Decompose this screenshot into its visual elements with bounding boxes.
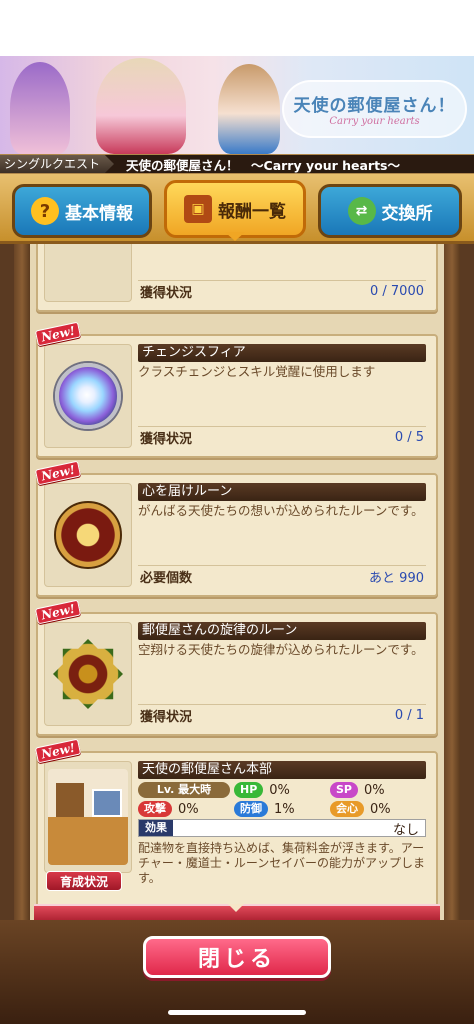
building-name: 天使の郵便屋さん本部 bbox=[138, 761, 426, 779]
defense-stat: 防御 1% bbox=[234, 800, 295, 818]
item-icon-box bbox=[44, 622, 132, 726]
defense-value: 1% bbox=[274, 801, 295, 817]
reward-list[interactable]: 獲得状況 0 / 7000 チェンジスフィア クラスチェンジとスキル覚醒に使用し… bbox=[30, 244, 444, 920]
tab-bar: ? 基本情報 ▣ 報酬一覧 ⇄ 交換所 bbox=[0, 174, 474, 244]
hp-stat: HP 0% bbox=[234, 781, 290, 799]
item-name: 心を届けルーン bbox=[138, 483, 426, 501]
melody-rune-icon bbox=[53, 639, 123, 709]
attack-label: 攻撃 bbox=[138, 801, 172, 817]
tab-label: 報酬一覧 bbox=[218, 201, 286, 222]
event-logo-title: 天使の郵便屋さん！ bbox=[293, 96, 456, 116]
critical-stat: 会心 0% bbox=[330, 800, 391, 818]
reward-card: 郵便屋さんの旋律のルーン 空翔ける天使たちの旋律が込められたルーンです。 獲得状… bbox=[36, 612, 438, 736]
critical-label: 会心 bbox=[330, 801, 364, 817]
reward-card: 獲得状況 0 / 7000 bbox=[36, 244, 438, 312]
tab-reward-list[interactable]: ▣ 報酬一覧 bbox=[164, 180, 306, 238]
stat-value: 0 / 1 bbox=[394, 708, 424, 723]
building-description: 配達物を直接持ち込めば、集荷料金が浮きます。アーチャー・魔道士・ルーンセイバーの… bbox=[138, 841, 426, 885]
building-room-icon bbox=[48, 769, 128, 865]
effect-label: 効果 bbox=[139, 820, 173, 836]
stat-value: 0 / 5 bbox=[394, 430, 424, 445]
item-name: 郵便屋さんの旋律のルーン bbox=[138, 622, 426, 640]
hp-label: HP bbox=[234, 782, 264, 798]
stat-label: 必要個数 bbox=[140, 571, 193, 586]
building-card: 育成状況 天使の郵便屋さん本部 Lv. 最大時 HP 0% SP 0% 攻撃 0… bbox=[36, 751, 438, 920]
reward-card: 心を届けルーン がんばる天使たちの想いが込められたルーンです。 必要個数 あと … bbox=[36, 473, 438, 597]
question-icon: ? bbox=[31, 197, 59, 225]
wood-frame-right bbox=[444, 244, 460, 920]
item-name: チェンジスフィア bbox=[138, 344, 426, 362]
sp-value: 0% bbox=[363, 782, 385, 798]
reward-card: チェンジスフィア クラスチェンジとスキル覚醒に使用します 獲得状況 0 / 5 bbox=[36, 334, 438, 458]
footer: 閉じる bbox=[0, 920, 474, 1024]
character-art-1 bbox=[10, 62, 70, 154]
effect-value: なし bbox=[392, 822, 419, 838]
stat-label: 獲得状況 bbox=[140, 286, 193, 301]
defense-label: 防御 bbox=[234, 801, 268, 817]
active-tab-arrow bbox=[225, 232, 245, 241]
stat-row: 獲得状況 0 / 7000 bbox=[138, 280, 426, 302]
status-bar bbox=[0, 0, 474, 56]
critical-value: 0% bbox=[370, 801, 391, 817]
item-icon-box bbox=[44, 344, 132, 448]
attack-stat: 攻撃 0% bbox=[138, 800, 199, 818]
attack-value: 0% bbox=[178, 801, 199, 817]
item-description: がんばる天使たちの想いが込められたルーンです。 bbox=[138, 503, 424, 518]
event-logo: 天使の郵便屋さん！ Carry your hearts bbox=[282, 80, 467, 138]
effect-row: 効果 なし bbox=[138, 819, 426, 838]
scroll-down-arrow-icon[interactable] bbox=[228, 904, 244, 912]
stat-label: 獲得状況 bbox=[140, 710, 193, 725]
stat-row: 必要個数 あと 990 bbox=[138, 565, 426, 587]
stat-value: 0 / 7000 bbox=[370, 284, 424, 299]
level-pill: Lv. 最大時 bbox=[138, 781, 230, 799]
event-banner: 天使の郵便屋さん！ Carry your hearts bbox=[0, 56, 474, 154]
treasure-chest-icon: ▣ bbox=[184, 195, 212, 223]
home-indicator[interactable] bbox=[168, 1010, 306, 1015]
change-sphere-icon bbox=[55, 363, 121, 429]
close-button[interactable]: 閉じる bbox=[143, 936, 331, 978]
tab-label: 基本情報 bbox=[65, 203, 133, 224]
stat-row: 獲得状況 0 / 5 bbox=[138, 426, 426, 448]
stat-row: 獲得状況 0 / 1 bbox=[138, 704, 426, 726]
wood-frame-left bbox=[14, 244, 30, 920]
item-icon-box bbox=[44, 244, 132, 302]
quest-type-tag: シングルクエスト bbox=[0, 155, 115, 173]
event-logo-subtitle: Carry your hearts bbox=[329, 116, 420, 127]
quest-title-bar: シングルクエスト 天使の郵便屋さん！ ～Carry your hearts～ bbox=[0, 154, 474, 174]
item-description: 空翔ける天使たちの旋律が込められたルーンです。 bbox=[138, 642, 424, 657]
exchange-icon: ⇄ bbox=[347, 197, 376, 225]
building-icon-box bbox=[44, 761, 132, 873]
heart-rune-icon bbox=[54, 501, 122, 569]
character-art-2 bbox=[96, 58, 186, 154]
hp-value: 0% bbox=[269, 782, 290, 798]
quest-title: 天使の郵便屋さん！ ～Carry your hearts～ bbox=[126, 157, 400, 173]
character-art-3 bbox=[218, 64, 280, 154]
grow-status-button[interactable]: 育成状況 bbox=[46, 871, 122, 891]
reward-list-panel[interactable]: 獲得状況 0 / 7000 チェンジスフィア クラスチェンジとスキル覚醒に使用し… bbox=[14, 244, 460, 920]
sp-label: SP bbox=[330, 782, 358, 798]
tab-exchange[interactable]: ⇄ 交換所 bbox=[318, 184, 462, 238]
tab-basic-info[interactable]: ? 基本情報 bbox=[12, 184, 152, 238]
level-label: Lv. 最大時 bbox=[138, 782, 230, 798]
item-icon-box bbox=[44, 483, 132, 587]
sp-stat: SP 0% bbox=[330, 781, 385, 799]
stat-value: あと 990 bbox=[369, 571, 424, 586]
tab-label: 交換所 bbox=[381, 203, 433, 224]
stat-label: 獲得状況 bbox=[140, 432, 193, 447]
item-description: クラスチェンジとスキル覚醒に使用します bbox=[138, 364, 376, 379]
